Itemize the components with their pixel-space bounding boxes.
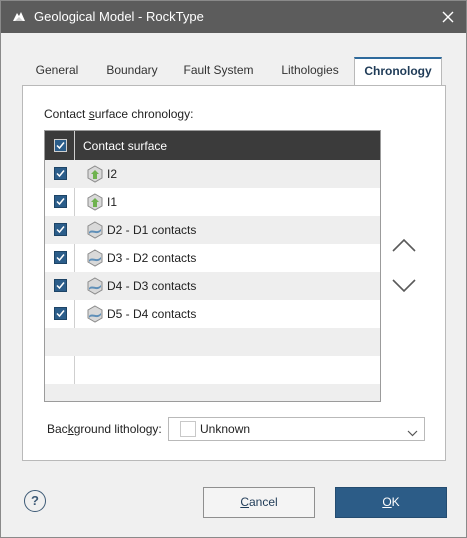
deposit-contact-icon <box>86 249 104 267</box>
row-checkbox[interactable] <box>54 307 67 320</box>
tab-chronology[interactable]: Chronology <box>354 57 442 86</box>
tab-boundary[interactable]: Boundary <box>94 57 170 85</box>
empty-row <box>45 356 380 384</box>
checkmark-icon <box>56 226 65 234</box>
chevron-up-icon <box>392 238 416 252</box>
close-icon <box>442 11 454 23</box>
checkmark-icon <box>56 142 65 150</box>
background-lithology-select[interactable]: Unknown <box>168 417 425 441</box>
row-label: D2 - D1 contacts <box>107 223 197 237</box>
deposit-contact-icon <box>86 305 104 323</box>
row-label: D3 - D2 contacts <box>107 251 197 265</box>
empty-row <box>45 384 380 401</box>
table-row[interactable]: D4 - D3 contacts <box>45 272 380 300</box>
table-row[interactable]: I2 <box>45 160 380 188</box>
row-label: I1 <box>107 195 118 209</box>
tab-lithologies[interactable]: Lithologies <box>267 57 353 85</box>
contact-surface-grid[interactable]: Contact surface I2 I1 D2 - D1 contacts D… <box>44 130 381 402</box>
row-checkbox[interactable] <box>54 167 67 180</box>
table-row[interactable]: D2 - D1 contacts <box>45 216 380 244</box>
tab-general[interactable]: General <box>21 57 93 85</box>
table-row[interactable]: D5 - D4 contacts <box>45 300 380 328</box>
checkmark-icon <box>56 310 65 318</box>
row-label: D4 - D3 contacts <box>107 279 197 293</box>
chevron-down-icon <box>392 279 416 293</box>
checkmark-icon <box>56 170 65 178</box>
move-up-button[interactable] <box>391 236 417 254</box>
title-bar[interactable]: Geological Model - RockType <box>1 1 466 33</box>
deposit-contact-icon <box>86 277 104 295</box>
table-row[interactable]: D3 - D2 contacts <box>45 244 380 272</box>
window-title: Geological Model - RockType <box>34 9 204 24</box>
intrusion-surface-icon <box>86 165 104 183</box>
row-checkbox[interactable] <box>54 195 67 208</box>
row-label: I2 <box>107 167 118 181</box>
checkmark-icon <box>56 282 65 290</box>
column-header-contact-surface[interactable]: Contact surface <box>83 139 167 153</box>
grid-header: Contact surface <box>45 131 380 160</box>
contact-surface-chronology-label: Contact surface chronology: <box>44 107 194 121</box>
empty-row <box>45 328 380 356</box>
row-checkbox[interactable] <box>54 251 67 264</box>
ok-button[interactable]: OK <box>335 487 447 518</box>
tab-strip: General Boundary Fault System Lithologie… <box>1 57 466 86</box>
chronology-panel: Contact surface chronology: Contact surf… <box>22 85 446 461</box>
select-all-checkbox[interactable] <box>54 139 67 152</box>
lithology-color-swatch <box>180 421 196 437</box>
intrusion-surface-icon <box>86 193 104 211</box>
close-button[interactable] <box>434 4 462 30</box>
deposit-contact-icon <box>86 221 104 239</box>
help-button[interactable]: ? <box>24 490 46 512</box>
cancel-button[interactable]: Cancel <box>203 487 315 518</box>
background-lithology-value: Unknown <box>200 422 251 436</box>
move-down-button[interactable] <box>391 277 417 295</box>
app-logo-icon <box>11 9 27 25</box>
checkmark-icon <box>56 198 65 206</box>
checkmark-icon <box>56 254 65 262</box>
chevron-down-icon <box>407 426 418 440</box>
row-checkbox[interactable] <box>54 279 67 292</box>
row-label: D5 - D4 contacts <box>107 307 197 321</box>
background-lithology-label: Background lithology: <box>47 422 162 436</box>
table-row[interactable]: I1 <box>45 188 380 216</box>
dialog-window: Geological Model - RockType General Boun… <box>0 0 467 538</box>
tab-fault-system[interactable]: Fault System <box>171 57 266 85</box>
row-checkbox[interactable] <box>54 223 67 236</box>
